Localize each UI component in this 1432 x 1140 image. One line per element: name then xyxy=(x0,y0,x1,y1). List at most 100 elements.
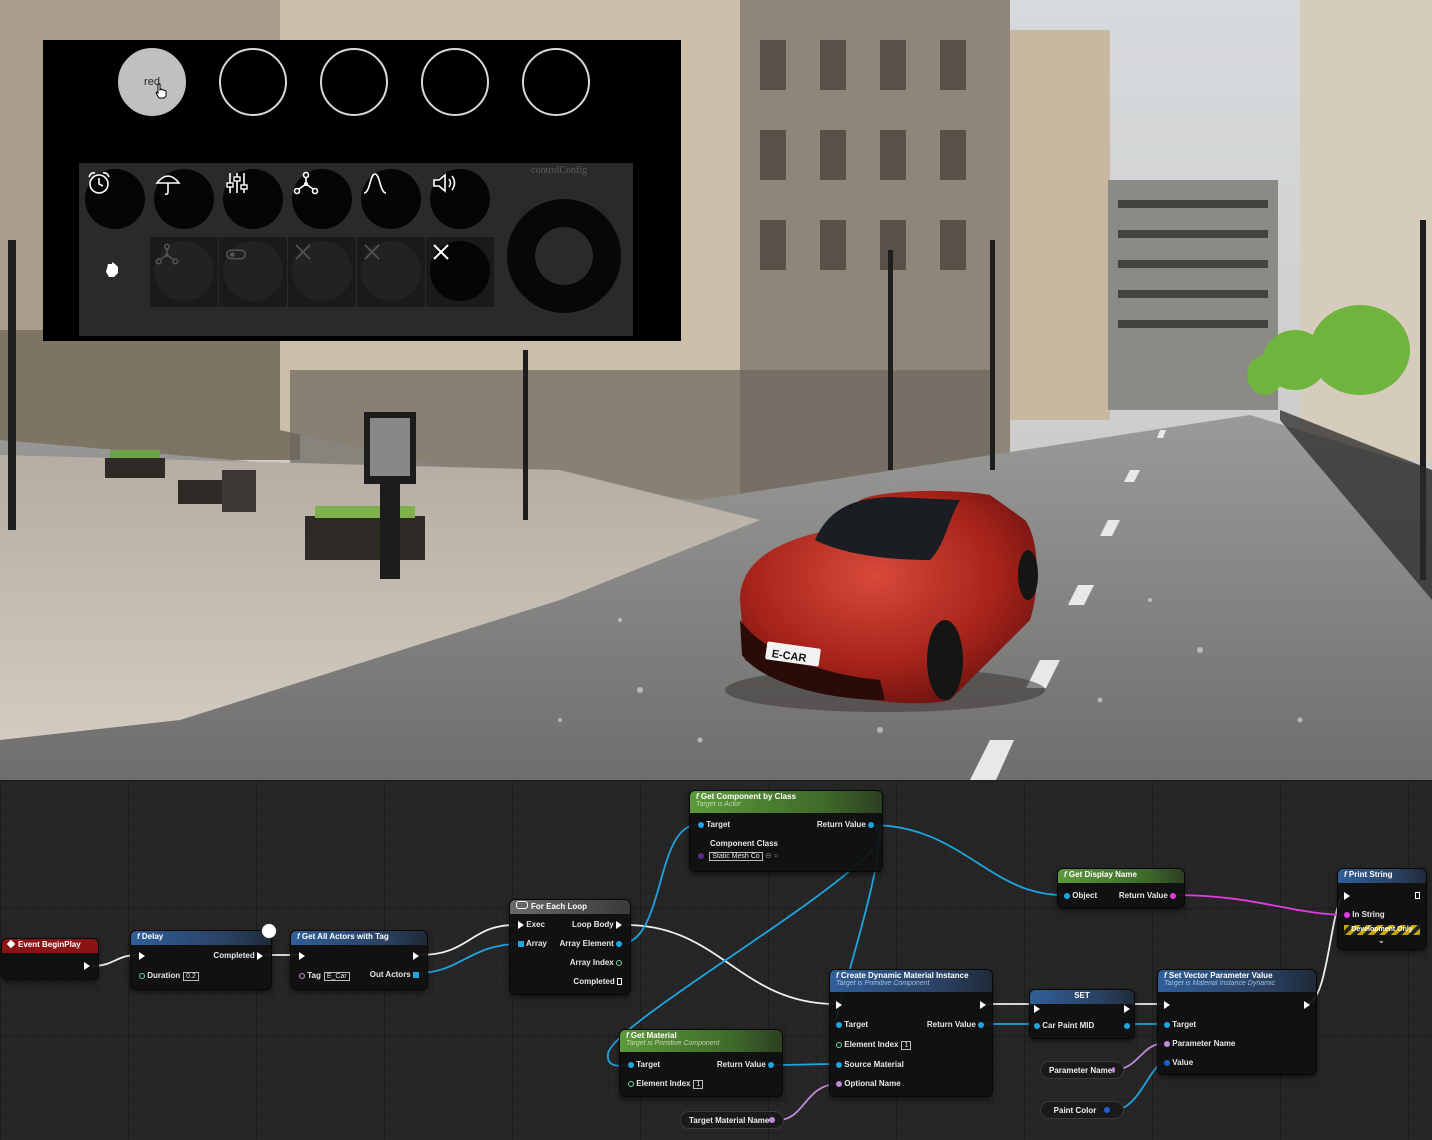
exec-in-pin[interactable] xyxy=(1164,1000,1170,1009)
color-swatch-5[interactable] xyxy=(522,48,590,116)
var-target-material-name[interactable]: Target Material Name xyxy=(680,1111,784,1129)
exec-in-pin[interactable] xyxy=(1034,1004,1040,1013)
control-config-label: controlConfig xyxy=(531,165,588,176)
node-print-string[interactable]: f Print String In String Development Onl… xyxy=(1338,869,1426,949)
node-for-each-loop[interactable]: For Each Loop Exec Array Loop Body Array… xyxy=(510,900,630,994)
in-string-pin[interactable]: In String xyxy=(1344,910,1385,919)
target-pin[interactable]: Target xyxy=(836,1020,868,1029)
button-close[interactable] xyxy=(426,237,494,307)
node-title: Create Dynamic Material Instance xyxy=(840,971,969,980)
joystick[interactable] xyxy=(507,199,621,313)
array-index-pin[interactable]: Array Index xyxy=(570,958,622,967)
element-index-pin[interactable]: Element Index 1 xyxy=(836,1040,912,1050)
loop-body-pin[interactable]: Loop Body xyxy=(572,920,622,929)
duration-pin[interactable]: Duration 0.2 xyxy=(139,971,199,981)
button-network[interactable] xyxy=(288,165,356,235)
color-swatch-3[interactable] xyxy=(320,48,388,116)
exec-out-pin[interactable] xyxy=(1124,1004,1130,1013)
tag-value[interactable]: E_Car xyxy=(323,972,350,981)
exec-out-pin[interactable] xyxy=(413,951,419,960)
car-paint-mid-out-pin[interactable] xyxy=(1124,1021,1130,1030)
optional-name-pin[interactable]: Optional Name xyxy=(836,1079,901,1088)
expand-chevron-icon[interactable]: ⌄ xyxy=(1378,936,1385,945)
out-actors-pin[interactable]: Out Actors xyxy=(370,970,419,979)
button-umbrella[interactable] xyxy=(150,165,218,235)
node-subtitle: Target is Actor xyxy=(696,801,741,808)
node-get-all-actors-with-tag[interactable]: f Get All Actors with Tag Tag E_Car Out A… xyxy=(291,931,427,989)
clock-icon xyxy=(261,923,277,939)
node-event-begin-play[interactable]: Event BeginPlay xyxy=(2,939,98,979)
target-pin[interactable]: Target xyxy=(1164,1020,1196,1029)
button-speaker[interactable] xyxy=(426,165,494,235)
node-get-material[interactable]: f Get Material Target is Primitive Compon… xyxy=(620,1030,782,1096)
node-get-display-name[interactable]: f Get Display Name Object Return Value xyxy=(1058,869,1184,907)
pointer-cell xyxy=(81,237,149,307)
component-class-label: Component Class xyxy=(710,839,779,848)
value-pin[interactable]: Value xyxy=(1164,1058,1193,1067)
hand-cursor-icon xyxy=(155,83,167,99)
node-title: SET xyxy=(1074,991,1090,1000)
color-swatch-2[interactable] xyxy=(219,48,287,116)
exec-in-pin[interactable] xyxy=(1344,891,1350,900)
button-close-disabled-2[interactable] xyxy=(357,237,425,307)
game-viewport: E-CAR red controlConfig xyxy=(0,0,1432,780)
target-pin[interactable]: Target xyxy=(698,820,730,829)
alarm-clock-icon xyxy=(88,172,110,194)
return-value-pin[interactable]: Return Value xyxy=(927,1020,984,1029)
button-alarm[interactable] xyxy=(81,165,149,235)
exec-in-pin[interactable] xyxy=(836,1000,842,1009)
button-toggle-disabled[interactable] xyxy=(219,237,287,307)
close-icon xyxy=(364,244,380,260)
node-title: Get Material xyxy=(630,1031,677,1040)
umbrella-icon xyxy=(155,175,181,196)
completed-pin[interactable]: Completed xyxy=(573,977,622,986)
source-material-pin[interactable]: Source Material xyxy=(836,1060,904,1069)
return-value-pin[interactable]: Return Value xyxy=(717,1060,774,1069)
element-index-pin[interactable]: Element Index 1 xyxy=(628,1079,704,1089)
development-only-banner: Development Only xyxy=(1344,925,1420,935)
blueprint-graph[interactable]: Event BeginPlay f Delay Completed Durati… xyxy=(0,780,1432,1140)
array-pin[interactable]: Array xyxy=(518,939,547,948)
joystick-knob[interactable] xyxy=(535,227,593,285)
browse-icon[interactable]: ⊖ ⌕ xyxy=(765,851,778,860)
element-index-value[interactable]: 1 xyxy=(901,1041,912,1050)
parameter-name-pin[interactable]: Parameter Name xyxy=(1164,1039,1235,1048)
var-paint-color[interactable]: Paint Color xyxy=(1040,1101,1124,1119)
node-get-component-by-class[interactable]: f Get Component by Class Target is Actor … xyxy=(690,791,882,871)
component-class-dropdown[interactable]: Static Mesh Co xyxy=(709,852,763,861)
close-icon xyxy=(295,244,311,260)
node-set-vector-parameter-value[interactable]: f Set Vector Parameter Value Target is Ma… xyxy=(1158,970,1316,1074)
completed-pin[interactable]: Completed xyxy=(213,951,263,960)
speaker-icon xyxy=(433,173,456,193)
button-network-disabled[interactable] xyxy=(150,237,218,307)
duration-value[interactable]: 0.2 xyxy=(183,972,199,981)
return-value-pin[interactable]: Return Value xyxy=(1119,891,1176,900)
element-index-value[interactable]: 1 xyxy=(693,1080,704,1089)
object-pin[interactable]: Object xyxy=(1064,891,1097,900)
exec-out-pin[interactable] xyxy=(1304,1000,1310,1009)
button-close-disabled-1[interactable] xyxy=(288,237,356,307)
var-parameter-name[interactable]: Parameter Name xyxy=(1040,1061,1124,1079)
exec-out-pin[interactable] xyxy=(980,1000,986,1009)
component-class-pin[interactable]: Static Mesh Co ⊖ ⌕ xyxy=(698,851,778,861)
node-create-dynamic-material-instance[interactable]: f Create Dynamic Material Instance Target… xyxy=(830,970,992,1096)
tag-pin[interactable]: Tag E_Car xyxy=(299,971,350,981)
node-set-car-paint-mid[interactable]: SET Car Paint MID xyxy=(1030,990,1134,1038)
button-curve[interactable] xyxy=(357,165,425,235)
control-grid: controlConfig xyxy=(79,163,633,336)
exec-out-pin[interactable] xyxy=(1415,891,1420,900)
color-swatch-4[interactable] xyxy=(421,48,489,116)
node-title: Get Component by Class xyxy=(700,792,797,801)
exec-in-pin[interactable] xyxy=(299,951,305,960)
exec-in-pin[interactable] xyxy=(139,951,145,960)
array-element-pin[interactable]: Array Element xyxy=(560,939,622,948)
node-delay[interactable]: f Delay Completed Duration 0.2 xyxy=(131,923,277,989)
return-value-pin[interactable]: Return Value xyxy=(817,820,874,829)
node-subtitle: Target is Primitive Component xyxy=(836,980,930,987)
target-pin[interactable]: Target xyxy=(628,1060,660,1069)
exec-in-pin[interactable]: Exec xyxy=(518,920,545,929)
color-swatch-red[interactable]: red xyxy=(118,48,186,116)
car-paint-mid-pin[interactable]: Car Paint MID xyxy=(1034,1021,1094,1030)
exec-out-pin[interactable] xyxy=(84,961,90,970)
button-sliders[interactable] xyxy=(219,165,287,235)
